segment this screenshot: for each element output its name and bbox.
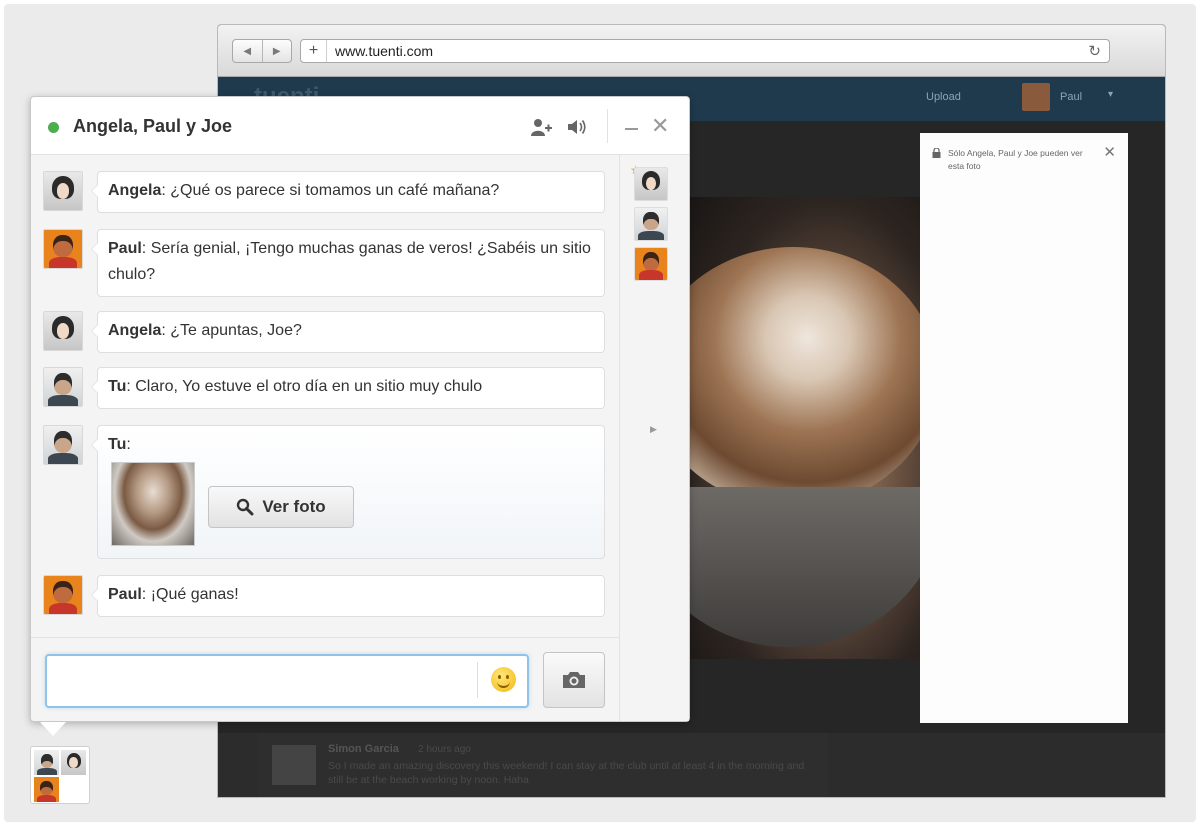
dock-avatar-angela [61,750,86,775]
message-text: Sería genial, ¡Tengo muchas ganas de ver… [108,240,591,283]
avatar-joe[interactable] [43,367,83,407]
upload-link[interactable]: Upload [926,91,961,103]
forward-button[interactable]: ▶ [263,40,292,62]
message-bubble: Angela: ¿Te apuntas, Joe? [91,311,605,353]
participant-paul[interactable] [634,247,668,281]
message-sender: Tu [108,436,127,453]
privacy-note-text: Sólo Angela, Paul y Joe pueden ver esta … [948,148,1083,171]
participant-angela[interactable] [634,167,668,201]
camera-button[interactable] [543,652,605,708]
avatar-angela[interactable] [43,171,83,211]
online-status-dot [48,122,59,133]
avatar-paul[interactable] [43,575,83,615]
photo-cup [688,487,920,647]
message-bubble: Paul: ¡Qué ganas! [91,575,605,617]
view-photo-button[interactable]: Ver foto [208,486,354,528]
address-bar[interactable]: + www.tuenti.com ↻ [300,39,1110,63]
feed-time: 2 hours ago [418,744,471,755]
message-composer [31,637,619,721]
photo-close-icon[interactable]: ✕ [1103,143,1116,161]
smiley-icon[interactable] [491,667,516,692]
minimize-icon[interactable] [625,128,638,130]
group-chat-dock-icon[interactable] [30,746,90,804]
avatar-angela[interactable] [43,311,83,351]
new-tab-button[interactable]: + [301,40,327,62]
photo-thumbnail[interactable] [111,462,195,546]
camera-icon [563,672,585,688]
message-text: Claro, Yo estuve el otro día en un sitio… [135,378,483,395]
browser-toolbar: ◀ ▶ + www.tuenti.com ↻ [218,25,1165,77]
message-input[interactable] [45,654,529,708]
message-text: ¿Qué os parece si tomamos un café mañana… [170,182,500,199]
dock-avatar-paul [34,777,59,802]
message-bubble: Tu: Claro, Yo estuve el otro día en un s… [91,367,605,409]
url-text[interactable]: www.tuenti.com [335,43,433,59]
reload-icon[interactable]: ↻ [1088,42,1101,60]
message-sender: Tu [108,378,127,395]
user-avatar[interactable] [1022,83,1050,111]
input-divider [477,662,478,698]
search-icon [237,498,254,516]
message-sender: Angela [108,182,162,199]
message-text: ¿Te apuntas, Joe? [170,322,302,339]
nav-buttons: ◀ ▶ [232,39,292,63]
dock-avatar-joe [34,750,59,775]
chat-header: Angela, Paul y Joe ✕ [31,97,689,155]
user-name[interactable]: Paul [1060,91,1082,103]
message-list[interactable]: Angela: ¿Qué os parece si tomamos un caf… [31,155,619,637]
user-menu-caret-icon[interactable]: ▾ [1108,89,1113,100]
speaker-icon[interactable] [565,115,589,139]
feed-item: Simon Garcia 2 hours ago So I made an am… [258,733,828,797]
photo-foam [688,247,920,507]
close-icon[interactable]: ✕ [651,113,669,139]
photo-message-bubble: Tu: Ver foto [91,425,605,559]
lock-icon [932,148,941,158]
chat-title: Angela, Paul y Joe [73,116,233,136]
feed-avatar[interactable] [272,745,316,785]
message-sender: Angela [108,322,162,339]
chat-pointer [40,722,66,736]
message-bubble: Angela: ¿Qué os parece si tomamos un caf… [91,171,605,213]
feed-author[interactable]: Simon Garcia [328,743,399,755]
back-button[interactable]: ◀ [233,40,263,62]
message-sender: Paul [108,240,142,257]
avatar-paul[interactable] [43,229,83,269]
coffee-photo[interactable] [688,197,920,659]
chat-window: Angela, Paul y Joe ✕ Angela: ¿Qué os par… [30,96,690,722]
panel-expand-arrow-icon[interactable]: ▶ [650,424,657,435]
avatar-joe[interactable] [43,425,83,465]
message-sender: Paul [108,586,142,603]
photo-sidebar: Sólo Angela, Paul y Joe pueden ver esta … [920,133,1128,723]
feed-text: So I made an amazing discovery this week… [328,760,805,786]
participant-joe[interactable] [634,207,668,241]
header-divider [607,109,608,143]
participants-panel: ★ [619,155,689,721]
message-bubble: Paul: Sería genial, ¡Tengo muchas ganas … [91,229,605,297]
privacy-note: Sólo Angela, Paul y Joe pueden ver esta … [932,147,1096,173]
add-user-icon[interactable] [529,115,553,139]
message-text: ¡Qué ganas! [150,586,239,603]
view-photo-label: Ver foto [262,497,326,516]
